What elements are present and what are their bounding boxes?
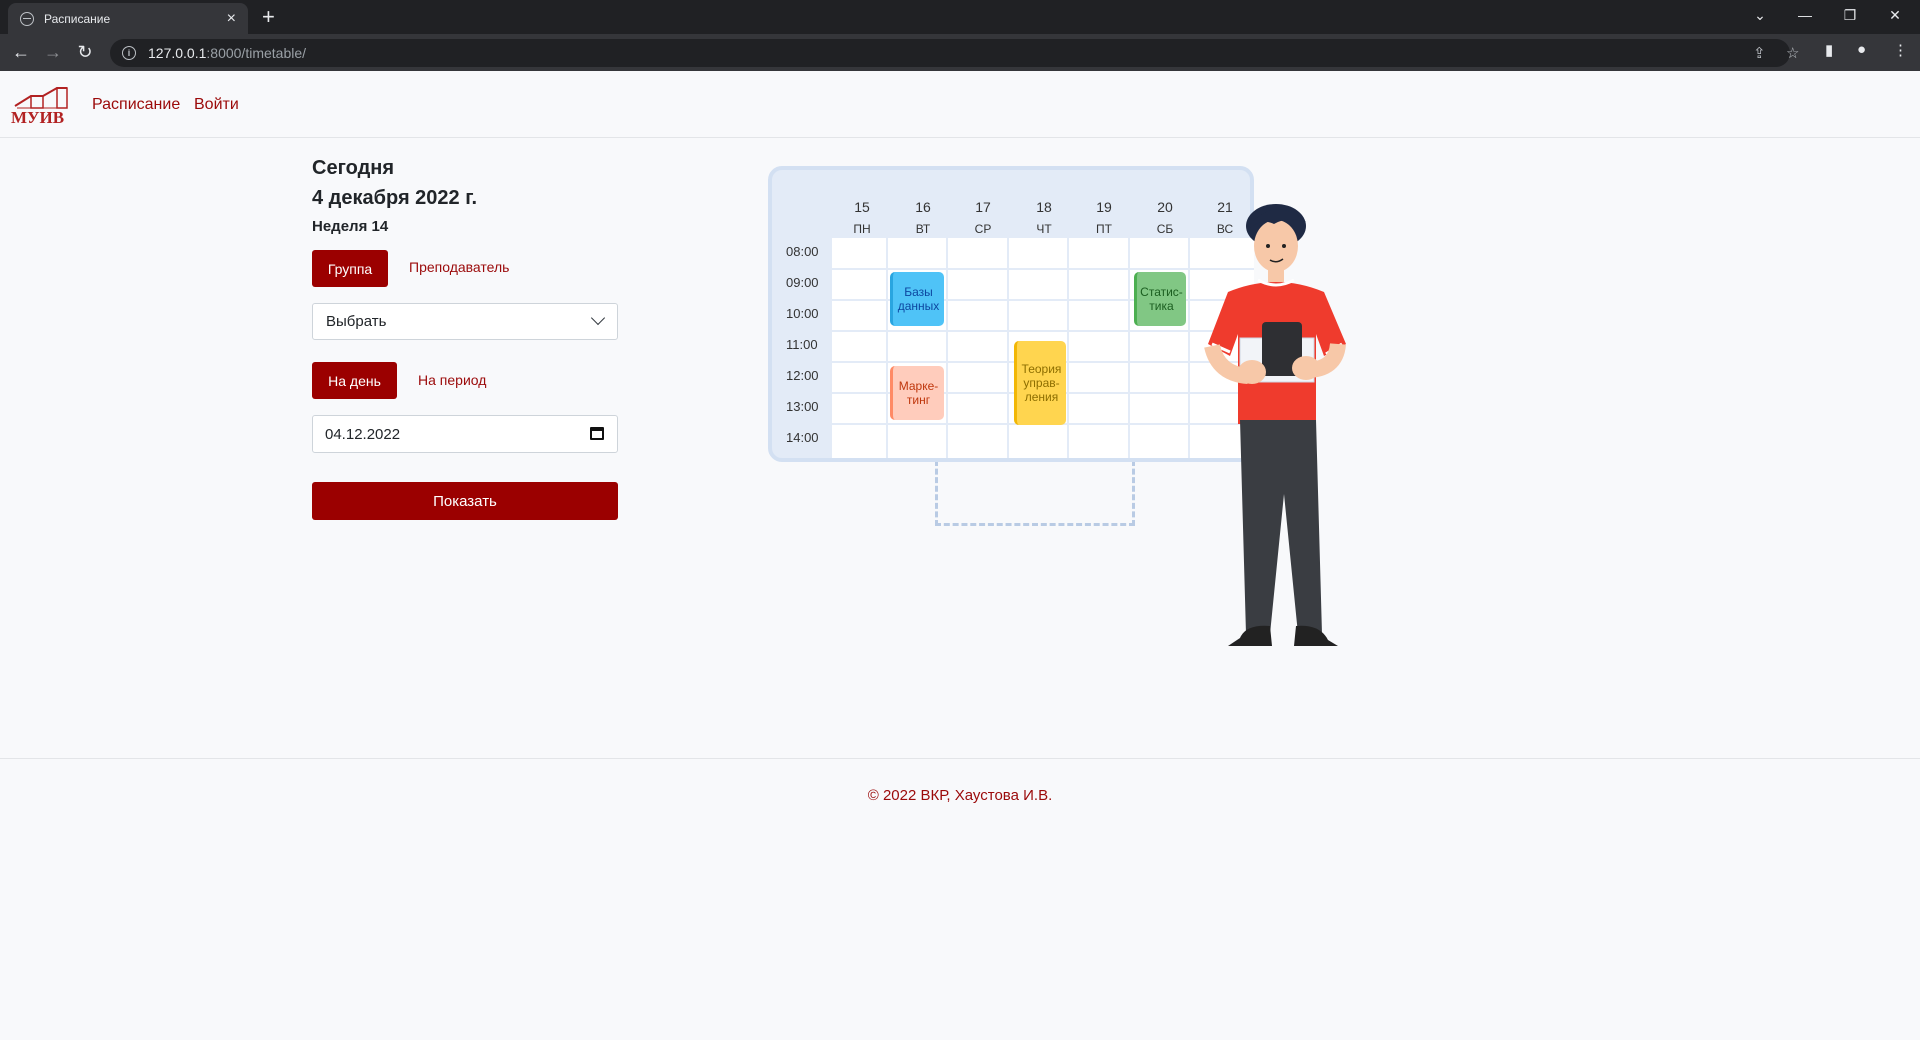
browser-tab-strip: Расписание × + ⌄ — ❐ ✕ (0, 0, 1920, 34)
day-header: 16 ВТ (915, 199, 931, 236)
time-label: 08:00 (786, 244, 819, 259)
close-tab-icon[interactable]: × (227, 10, 236, 28)
new-tab-button[interactable]: + (262, 4, 275, 30)
browser-tab[interactable]: Расписание × (8, 3, 248, 34)
person-illustration (1204, 204, 1346, 646)
logo-text: МУИВ (11, 108, 64, 126)
chevron-down-icon (590, 310, 606, 326)
today-heading: Сегодня (312, 157, 395, 179)
time-label: 13:00 (786, 399, 819, 414)
date-field-value: 04.12.2022 (325, 425, 401, 443)
share-icon[interactable]: ⇪ (1753, 44, 1766, 62)
current-date: 4 декабря 2022 г. (312, 187, 478, 209)
tab-group[interactable]: Группа (312, 250, 388, 287)
calendar-icon[interactable] (590, 427, 604, 440)
day-header: 18 ЧТ (1036, 199, 1052, 236)
site-navbar: МУИВ Расписание Войти (0, 71, 1920, 138)
close-window-icon[interactable]: ✕ (1875, 0, 1915, 30)
side-panel-icon[interactable]: ▮ (1825, 41, 1833, 59)
time-label: 11:00 (786, 337, 818, 352)
day-header: 15 ПН (853, 199, 871, 236)
restore-icon[interactable]: ❐ (1830, 0, 1870, 30)
schedule-board: 15 ПН 16 ВТ 17 СР 18 ЧТ 19 ПТ 20 СБ 21 ВС 08:00… (768, 166, 1254, 462)
lesson-marketing: Марке-тинг (890, 366, 944, 420)
tab-day[interactable]: На день (312, 362, 397, 399)
tab-period[interactable]: На период (418, 372, 486, 388)
forward-icon[interactable]: → (41, 40, 65, 64)
url-path: :8000/timetable/ (206, 45, 307, 61)
week-number: Неделя 14 (312, 218, 389, 235)
back-icon[interactable]: ← (9, 40, 33, 64)
profile-icon[interactable]: ● (1857, 41, 1866, 58)
globe-icon (20, 11, 34, 26)
nav-link-login[interactable]: Войти (194, 96, 239, 114)
url-host: 127.0.0.1 (148, 45, 207, 61)
bookmark-star-icon[interactable]: ☆ (1786, 44, 1799, 62)
reload-icon[interactable]: ↻ (73, 40, 97, 64)
date-field[interactable]: 04.12.2022 (312, 415, 618, 453)
lesson-statistics: Статис-тика (1134, 272, 1186, 326)
menu-dots-icon[interactable]: ⋮ (1893, 41, 1908, 59)
tab-search-icon[interactable]: ⌄ (1740, 0, 1780, 30)
time-label: 14:00 (786, 430, 819, 445)
lesson-control-theory: Теория управ-ления (1014, 341, 1066, 425)
copyright-text: © 2022 ВКР, Хаустова И.В. (867, 787, 1053, 804)
url-field[interactable]: i 127.0.0.1:8000/timetable/ ⇪ ☆ (110, 39, 1799, 67)
day-header: 19 ПТ (1096, 199, 1112, 236)
day-header: 20 СБ (1156, 199, 1174, 236)
address-bar-row: ← → ↻ i 127.0.0.1:8000/timetable/ ⇪ ☆ ▮ … (0, 34, 1920, 71)
group-select[interactable]: Выбрать (312, 303, 618, 340)
time-label: 10:00 (786, 306, 819, 321)
muiv-logo[interactable]: МУИВ (11, 84, 69, 126)
time-label: 09:00 (786, 275, 819, 290)
site-info-icon[interactable]: i (122, 46, 136, 60)
hero-illustration: 15 ПН 16 ВТ 17 СР 18 ЧТ 19 ПТ 20 СБ 21 ВС 08:00… (768, 164, 1388, 654)
day-header: 17 СР (974, 199, 992, 236)
time-label: 12:00 (786, 368, 819, 383)
tab-teacher[interactable]: Преподаватель (409, 259, 509, 275)
show-button[interactable]: Показать (312, 482, 618, 520)
group-select-value: Выбрать (326, 313, 387, 330)
lesson-databases: Базы данных (890, 272, 944, 326)
nav-link-timetable[interactable]: Расписание (92, 96, 180, 114)
tab-title: Расписание (44, 11, 111, 26)
board-dashed-frame (935, 460, 1135, 526)
minimize-icon[interactable]: — (1785, 0, 1825, 30)
footer: © 2022 ВКР, Хаустова И.В. (0, 758, 1920, 1040)
